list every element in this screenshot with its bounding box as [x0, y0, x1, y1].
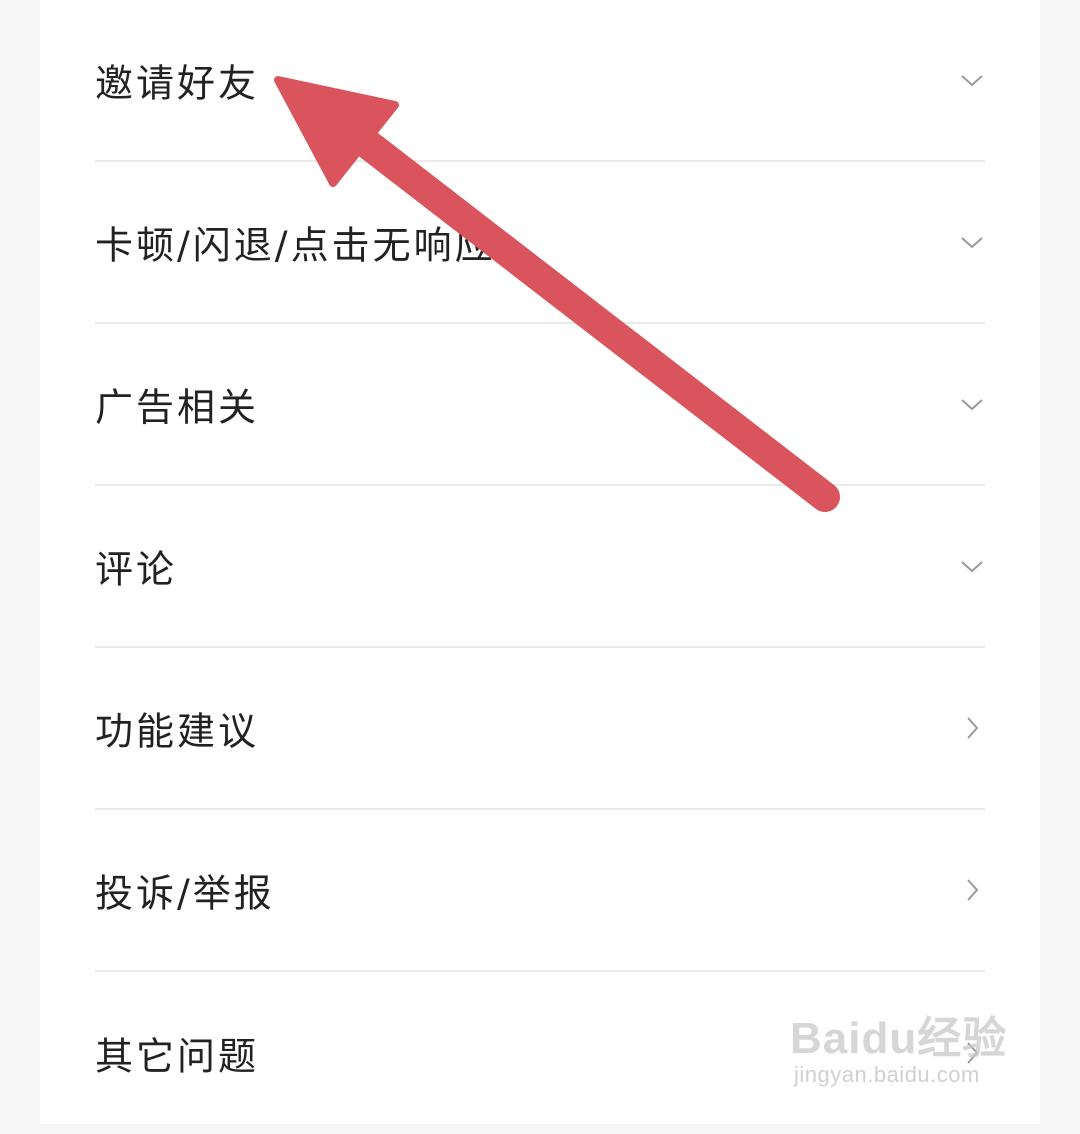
chevron-down-icon — [959, 67, 985, 93]
chevron-right-icon — [959, 1040, 985, 1066]
help-item-other-questions[interactable]: 其它问题 — [95, 972, 985, 1134]
help-item-ads[interactable]: 广告相关 — [95, 324, 985, 486]
help-item-label: 其它问题 — [95, 1026, 259, 1081]
help-item-complaint-report[interactable]: 投诉/举报 — [95, 810, 985, 972]
help-topic-list: 邀请好友 卡顿/闪退/点击无响应 广告相关 评论 功能建议 投诉/举报 其它 — [95, 0, 985, 1134]
chevron-down-icon — [959, 391, 985, 417]
help-item-label: 卡顿/闪退/点击无响应 — [95, 215, 496, 270]
help-item-label: 广告相关 — [95, 377, 259, 432]
chevron-right-icon — [959, 715, 985, 741]
help-item-label: 投诉/举报 — [95, 863, 275, 918]
chevron-down-icon — [959, 229, 985, 255]
chevron-down-icon — [959, 553, 985, 579]
help-item-feature-suggestion[interactable]: 功能建议 — [95, 648, 985, 810]
help-item-comments[interactable]: 评论 — [95, 486, 985, 648]
chevron-right-icon — [959, 877, 985, 903]
help-item-invite-friends[interactable]: 邀请好友 — [95, 0, 985, 162]
help-item-label: 功能建议 — [95, 701, 259, 756]
help-item-lag-crash[interactable]: 卡顿/闪退/点击无响应 — [95, 162, 985, 324]
help-item-label: 评论 — [95, 539, 177, 594]
help-item-label: 邀请好友 — [95, 53, 259, 108]
